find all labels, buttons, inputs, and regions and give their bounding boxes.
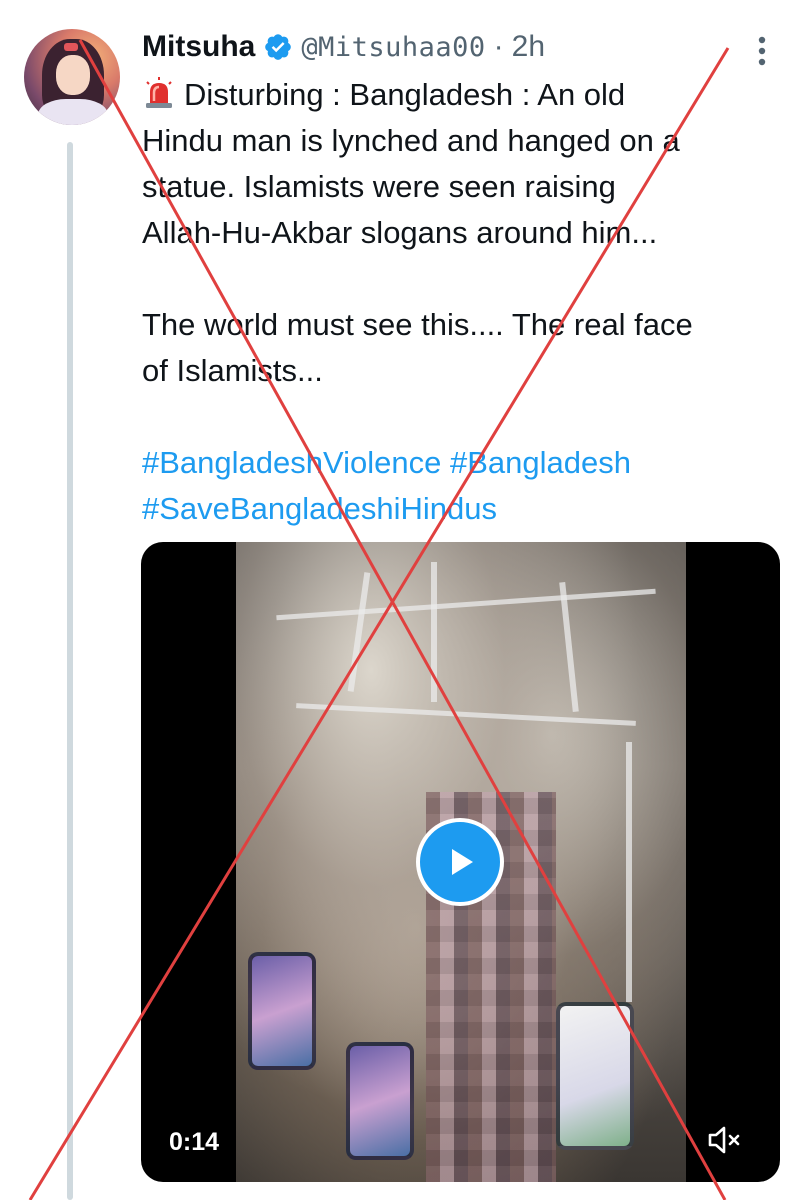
author-name[interactable]: Mitsuha — [142, 30, 255, 64]
author-handle[interactable]: @Mitsuhaa00 — [301, 32, 485, 63]
tweet-body: Disturbing : Bangladesh : An old Hindu m… — [142, 72, 792, 532]
verified-badge-icon — [265, 34, 292, 60]
volume-muted-icon[interactable] — [706, 1122, 742, 1158]
tweet-screen: Mitsuha @Mitsuhaa00 · 2h Disturbing : Ba… — [0, 0, 806, 1200]
tweet-text-line: Allah-Hu-Akbar slogans around him... — [142, 215, 658, 250]
hashtag-row: #SaveBangladeshiHindus — [142, 486, 792, 532]
tweet-line-1: Disturbing : Bangladesh : An old — [142, 72, 792, 118]
video-player[interactable]: 0:14 — [141, 542, 780, 1182]
tweet-text-line: The world must see this.... The real fac… — [142, 307, 693, 342]
hashtag-link[interactable]: #BangladeshViolence — [142, 445, 441, 480]
play-icon — [452, 849, 473, 875]
tweet-text-line: of Islamists... — [142, 353, 323, 388]
tweet-text-line: Hindu man is lynched and hanged on a — [142, 123, 680, 158]
siren-icon — [146, 77, 172, 108]
tweet-text-line: Disturbing : Bangladesh : An old — [184, 77, 626, 112]
tweet-header: Mitsuha @Mitsuhaa00 · 2h — [142, 24, 545, 70]
video-duration: 0:14 — [157, 1124, 232, 1161]
more-vertical-icon[interactable] — [752, 34, 772, 68]
author-avatar[interactable] — [24, 29, 120, 125]
play-button[interactable] — [416, 818, 504, 906]
hashtag-link[interactable]: #Bangladesh — [450, 445, 631, 480]
post-time[interactable]: 2h — [512, 30, 545, 64]
hashtag-link[interactable]: #SaveBangladeshiHindus — [142, 491, 497, 526]
tweet-text-line: statue. Islamists were seen raising — [142, 169, 616, 204]
hashtag-row: #BangladeshViolence #Bangladesh — [142, 440, 792, 486]
meta-separator: · — [493, 30, 504, 63]
thread-connector-line — [67, 142, 73, 1200]
